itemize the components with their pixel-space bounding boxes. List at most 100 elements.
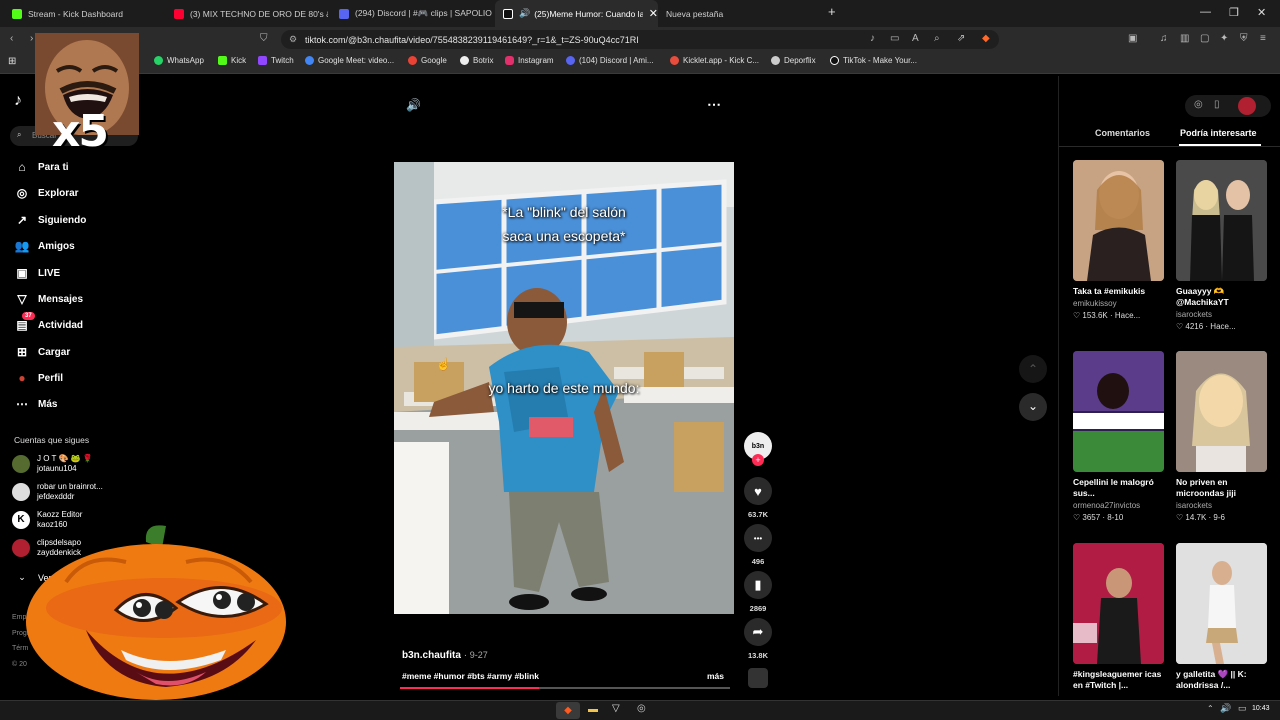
bookmark-item[interactable]: Instagram	[505, 56, 554, 65]
nav-siguiendo[interactable]: ↗ Siguiendo	[14, 213, 86, 227]
following-account[interactable]: J O T 🎨 🐸 🌹 jotaunu104	[12, 454, 93, 474]
apps-grid-icon[interactable]: ⊞	[8, 56, 16, 67]
translate-icon[interactable]: A	[912, 33, 919, 44]
coin-icon[interactable]: ◎	[1194, 99, 1203, 110]
tab-podria-interesarte[interactable]: Podría interesarte	[1180, 128, 1257, 138]
tab-new[interactable]: Nueva pestaña	[660, 0, 820, 27]
tray-chevron-icon[interactable]: ⌃	[1207, 704, 1214, 713]
author-avatar-button[interactable]: b3n +	[744, 432, 772, 472]
bookmark-item[interactable]: Deporflix	[771, 56, 816, 65]
forward-icon[interactable]: ›	[30, 33, 33, 44]
bookmark-item[interactable]: WhatsApp	[154, 56, 204, 65]
suggested-video-card[interactable]: Guaayyy 🫶 @MachikaYT isarockets ♡ 4216 ·…	[1176, 160, 1268, 331]
bookmark-item[interactable]: Botrix	[460, 56, 493, 65]
volume-tray-icon[interactable]: 🔊	[1220, 703, 1231, 714]
site-info-icon[interactable]: ⚙	[289, 34, 297, 45]
nav-live[interactable]: ▣ LIVE	[14, 266, 60, 280]
device-icon[interactable]: ▯	[1214, 99, 1220, 110]
suggested-video-card[interactable]: Taka ta #emikukis emikukissoy ♡ 153.6K ·…	[1073, 160, 1165, 320]
cast-icon[interactable]: ▭	[890, 33, 899, 44]
next-video-button[interactable]: ⌄	[1019, 393, 1047, 421]
card-user[interactable]: isarockets	[1176, 310, 1268, 319]
bookmark-item[interactable]: (104) Discord | Ami...	[566, 56, 654, 65]
vpn-shield-icon[interactable]: ⛨	[1240, 33, 1248, 44]
leo-ai-icon[interactable]: ✦	[1220, 33, 1228, 44]
app-taskbar-icon[interactable]: ▽	[612, 703, 620, 714]
discord-icon	[566, 56, 575, 65]
minimize-icon[interactable]: —	[1200, 6, 1211, 18]
nav-explorar[interactable]: ◎ Explorar	[14, 186, 79, 200]
tab-comentarios[interactable]: Comentarios	[1095, 128, 1150, 138]
nav-cargar[interactable]: ⊞ Cargar	[14, 345, 70, 359]
bookmark-item[interactable]: Kicklet.app - Kick C...	[670, 56, 759, 65]
volume-icon[interactable]: 🔊	[406, 98, 421, 112]
network-tray-icon[interactable]: ▭	[1238, 703, 1247, 714]
media-icon[interactable]: ♫	[1160, 33, 1168, 44]
bookmark-item[interactable]: Google Meet: video...	[305, 56, 394, 65]
follow-plus-icon[interactable]: +	[752, 454, 764, 466]
previous-video-button[interactable]: ⌃	[1019, 355, 1047, 383]
more-options-icon[interactable]: ⋯	[707, 96, 721, 113]
user-avatar[interactable]	[1238, 97, 1256, 115]
video-player[interactable]: *La "blink" del salón saca una escopeta*…	[394, 162, 734, 614]
wallet-icon[interactable]: ▣	[1128, 33, 1137, 44]
nav-para-ti[interactable]: ⌂ Para ti	[14, 160, 69, 174]
suggested-video-card[interactable]: Cepellini le malogró sus... ormenoa27inv…	[1073, 351, 1165, 522]
suggested-video-card[interactable]: #kingsleaguemer icas en #Twitch |...	[1073, 543, 1165, 691]
nav-mas[interactable]: ⋯ Más	[14, 397, 57, 411]
bookmark-label: WhatsApp	[167, 56, 204, 65]
nav-label: Para ti	[38, 161, 69, 173]
bookmark-item[interactable]: TikTok - Make Your...	[830, 56, 917, 65]
suggested-video-card[interactable]: No priven en microondas jiji isarockets …	[1176, 351, 1268, 522]
suggested-video-card[interactable]: y galletita 💜 || K: alondrissa /...	[1176, 543, 1268, 691]
chevron-up-icon: ⌃	[1027, 362, 1039, 376]
file-explorer-icon[interactable]: ▬	[588, 704, 598, 715]
bookmark-page-icon[interactable]: ⛉	[260, 33, 268, 44]
nav-amigos[interactable]: 👥 Amigos	[14, 239, 75, 253]
like-button[interactable]: ♥ 63.7K	[744, 477, 772, 519]
bookmark-label: Google Meet: video...	[318, 56, 395, 65]
tab-discord[interactable]: (294) Discord | #🎮 clips | SAPOLIO	[333, 0, 493, 27]
bookmark-item[interactable]: Google	[408, 56, 447, 65]
restore-icon[interactable]: ❐	[1229, 6, 1239, 19]
video-thumbnail	[1176, 160, 1267, 281]
nav-actividad[interactable]: ▤ Actividad 37	[14, 312, 83, 332]
video-hashtags[interactable]: #meme #humor #bts #army #blink	[402, 671, 539, 681]
tab-youtube-mix[interactable]: (3) MIX TECHNO DE ORO DE 80's & 90's	[168, 0, 328, 27]
tab-label: (294) Discord | #🎮 clips | SAPOLIO	[355, 8, 492, 18]
bookmark-item[interactable]: Twitch	[258, 56, 294, 65]
comment-button[interactable]: ••• 496	[744, 524, 772, 566]
sound-disc-icon[interactable]	[748, 668, 768, 688]
save-button[interactable]: ▮ 2869	[744, 571, 772, 613]
card-user[interactable]: emikukissoy	[1073, 299, 1165, 308]
nav-mensajes[interactable]: ▽ Mensajes	[14, 292, 83, 306]
menu-icon[interactable]: ≡	[1260, 33, 1266, 44]
close-tab-icon[interactable]: ✕	[649, 7, 658, 20]
video-progress-track[interactable]	[400, 687, 730, 689]
bookmark-label: Instagram	[518, 56, 554, 65]
brave-shield-icon[interactable]: ◆	[982, 33, 990, 44]
video-author-row[interactable]: b3n.chaufita · 9-27	[402, 650, 488, 661]
card-user[interactable]: ormenoa27invictos	[1073, 501, 1165, 510]
tab-tiktok-active[interactable]: 🔊 (25)Meme Humor: Cuando la ✕	[495, 0, 658, 27]
extensions-icon[interactable]: ▢	[1200, 33, 1209, 44]
compass-icon: ◎	[16, 186, 28, 200]
share-page-icon[interactable]: ⇗	[957, 33, 965, 44]
tab-kick-dashboard[interactable]: Stream - Kick Dashboard	[4, 0, 162, 27]
card-user[interactable]: isarockets	[1176, 501, 1268, 510]
nav-perfil[interactable]: ● Perfil	[14, 371, 63, 385]
tiktok-logo[interactable]: ♪	[14, 92, 22, 110]
zoom-icon[interactable]: ⌕	[934, 33, 940, 44]
obs-taskbar-icon[interactable]: ◎	[637, 703, 646, 714]
following-account[interactable]: robar un brainrot... jefdexdddr	[12, 482, 103, 502]
close-window-icon[interactable]: ✕	[1257, 6, 1266, 19]
mute-icon[interactable]: ♪	[870, 33, 875, 44]
sidebar-toggle-icon[interactable]: ▥	[1180, 33, 1189, 44]
video-author[interactable]: b3n.chaufita	[402, 650, 461, 661]
share-button[interactable]: ➦ 13.8K	[744, 618, 772, 660]
back-icon[interactable]: ‹	[10, 33, 13, 44]
bookmark-item[interactable]: Kick	[218, 56, 246, 65]
brave-taskbar-icon[interactable]: ◆	[556, 702, 580, 719]
new-tab-plus-icon[interactable]: +	[828, 4, 836, 19]
more-description-link[interactable]: más	[707, 671, 724, 681]
